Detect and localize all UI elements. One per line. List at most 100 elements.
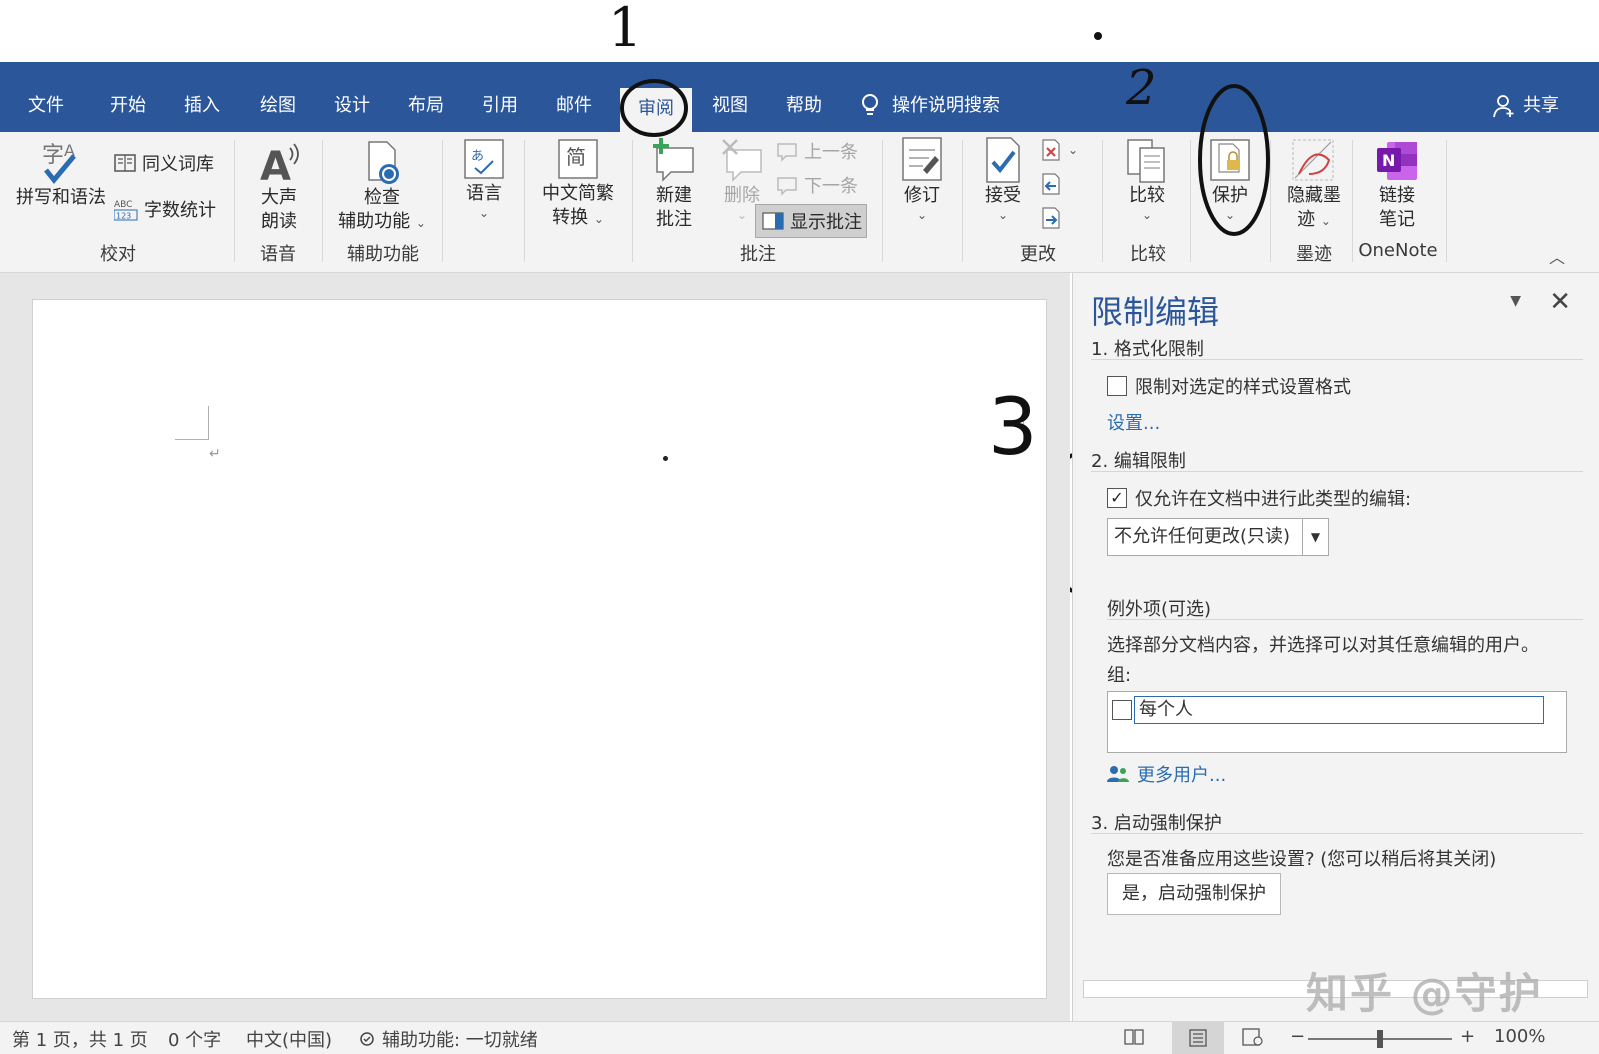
- accept-icon: [986, 137, 1020, 183]
- ribbon-separator: [1352, 140, 1353, 262]
- enforce-description: 您是否准备应用这些设置? (您可以稍后将其关闭): [1107, 849, 1497, 870]
- check-accessibility-button[interactable]: 检查 辅助功能 ⌄: [332, 140, 432, 234]
- reject-button[interactable]: ⌄: [1040, 138, 1078, 162]
- accessibility-status[interactable]: 辅助功能: 一切就绪: [358, 1026, 538, 1052]
- tab-help[interactable]: 帮助: [778, 86, 830, 126]
- spelling-grammar-button[interactable]: 字 A 拼写和语法: [14, 138, 108, 210]
- paragraph-mark-icon: ↵: [209, 446, 221, 462]
- word-window: 1 文件 开始 插入 绘图 设计 布局 引用 邮件 审阅 视图 帮助 操作说明搜…: [0, 0, 1599, 1054]
- next-label: 下一条: [804, 176, 858, 197]
- screenshot-top-margin: [0, 0, 1599, 66]
- hide-ink-label-2: 迹 ⌄: [1278, 208, 1350, 232]
- compare-icon: [1127, 139, 1165, 183]
- chevron-down-icon: ⌄: [415, 216, 426, 230]
- close-icon[interactable]: ✕: [1549, 287, 1571, 317]
- chinese-conversion-icon: 简: [558, 139, 598, 179]
- tab-references[interactable]: 引用: [474, 86, 526, 126]
- linked-notes-label-1: 链接: [1379, 185, 1415, 206]
- more-users-link[interactable]: 更多用户...: [1107, 761, 1226, 787]
- track-label: 修订: [904, 185, 940, 206]
- section-enforce-heading: 3. 启动强制保护: [1091, 813, 1222, 834]
- tell-me-label: 操作说明搜索: [892, 95, 1000, 116]
- collapse-ribbon-icon[interactable]: ︿: [1549, 244, 1565, 268]
- linked-notes-button[interactable]: N 链接 笔记: [1360, 138, 1434, 232]
- everyone-checkbox[interactable]: [1112, 700, 1132, 720]
- tab-review[interactable]: 审阅: [620, 88, 692, 132]
- read-aloud-icon: A: [260, 143, 299, 186]
- groups-label: 组:: [1107, 665, 1132, 686]
- delete-comment-icon: [722, 139, 762, 182]
- format-limit-option[interactable]: 限制对选定的样式设置格式: [1107, 373, 1351, 399]
- previous-comment-button[interactable]: 上一条: [774, 138, 858, 164]
- chinese-conversion-button[interactable]: 简 中文简繁 转换 ⌄: [532, 138, 624, 230]
- ribbon-separator: [234, 140, 235, 262]
- print-layout-icon[interactable]: [1172, 1022, 1224, 1054]
- tab-mailings[interactable]: 邮件: [548, 86, 600, 126]
- format-limit-checkbox[interactable]: [1107, 376, 1127, 396]
- svg-text:字: 字: [42, 143, 64, 168]
- word-count-status[interactable]: 0 个字: [168, 1026, 221, 1052]
- protect-lock-icon: [1210, 139, 1250, 181]
- tab-home[interactable]: 开始: [102, 86, 154, 126]
- track-changes-icon: [902, 137, 942, 181]
- pane-options-chevron-icon[interactable]: ▼: [1510, 293, 1521, 309]
- edit-limit-option[interactable]: ✓ 仅允许在文档中进行此类型的编辑:: [1107, 485, 1411, 511]
- language-status[interactable]: 中文(中国): [246, 1026, 332, 1052]
- tab-draw[interactable]: 绘图: [252, 86, 304, 126]
- word-count-label: 字数统计: [144, 200, 216, 221]
- spelling-label: 拼写和语法: [16, 187, 106, 208]
- group-item-everyone[interactable]: 每个人: [1134, 696, 1544, 724]
- document-page[interactable]: ↵ 3: [32, 299, 1047, 999]
- stray-dot: [663, 456, 668, 461]
- thesaurus-button[interactable]: 同义词库: [114, 150, 214, 176]
- previous-change-button[interactable]: [1040, 172, 1062, 196]
- svg-text:123: 123: [116, 212, 131, 221]
- new-comment-label-1: 新建: [656, 185, 692, 206]
- settings-link[interactable]: 设置...: [1107, 409, 1160, 435]
- accept-button[interactable]: 接受 ⌄: [974, 136, 1032, 222]
- previous-comment-icon: [777, 143, 797, 162]
- zoom-level[interactable]: 100%: [1494, 1026, 1545, 1047]
- section-editing-heading: 2. 编辑限制: [1091, 451, 1186, 472]
- ribbon-separator: [1190, 140, 1191, 262]
- show-comments-button[interactable]: 显示批注: [755, 204, 867, 238]
- tab-design[interactable]: 设计: [326, 86, 378, 126]
- zoom-in-button[interactable]: +: [1460, 1026, 1475, 1047]
- tab-file[interactable]: 文件: [20, 86, 72, 126]
- hide-ink-button[interactable]: 隐藏墨 迹 ⌄: [1278, 138, 1350, 232]
- edit-type-dropdown[interactable]: 不允许任何更改(只读) ▼: [1107, 518, 1329, 556]
- new-comment-button[interactable]: 新建 批注: [638, 136, 710, 232]
- protect-button[interactable]: 保护 ⌄: [1198, 138, 1262, 222]
- edit-limit-checkbox[interactable]: ✓: [1107, 488, 1127, 508]
- read-aloud-button[interactable]: A 大声 朗读: [244, 140, 314, 234]
- zoom-out-button[interactable]: −: [1290, 1026, 1305, 1047]
- track-changes-button[interactable]: 修订 ⌄: [892, 136, 952, 222]
- word-count-button[interactable]: ABC 123 字数统计: [114, 196, 216, 222]
- share-button[interactable]: 共享: [1493, 86, 1559, 126]
- start-enforcing-button[interactable]: 是，启动强制保护: [1107, 873, 1281, 915]
- page-count[interactable]: 第 1 页，共 1 页: [12, 1026, 148, 1052]
- chevron-down-icon: ⌄: [478, 206, 490, 220]
- web-layout-icon[interactable]: [1242, 1028, 1264, 1046]
- new-comment-label-2: 批注: [656, 209, 692, 230]
- group-label-changes: 更改: [1020, 244, 1056, 265]
- chevron-down-icon: ⌄: [1224, 208, 1236, 222]
- language-button[interactable]: あ 语言 ⌄: [452, 138, 516, 220]
- compare-button[interactable]: 比较 ⌄: [1112, 138, 1182, 222]
- tab-view[interactable]: 视图: [704, 86, 756, 126]
- tell-me-search[interactable]: 操作说明搜索: [860, 86, 1000, 126]
- accept-label: 接受: [985, 185, 1021, 206]
- groups-list: 每个人: [1107, 691, 1567, 753]
- tab-insert[interactable]: 插入: [176, 86, 228, 126]
- annotation-dot: [1094, 32, 1102, 40]
- next-change-button[interactable]: [1040, 206, 1062, 230]
- dropdown-arrow-icon[interactable]: ▼: [1302, 519, 1328, 555]
- zoom-slider[interactable]: [1308, 1030, 1452, 1048]
- zoom-slider-thumb[interactable]: [1377, 1030, 1383, 1048]
- next-comment-button[interactable]: 下一条: [774, 172, 858, 198]
- divider: [1107, 619, 1583, 620]
- read-mode-icon[interactable]: [1124, 1028, 1144, 1046]
- tab-layout[interactable]: 布局: [400, 86, 452, 126]
- hide-ink-label-2-text: 迹: [1297, 209, 1316, 230]
- chevron-down-icon: ⌄: [997, 208, 1009, 222]
